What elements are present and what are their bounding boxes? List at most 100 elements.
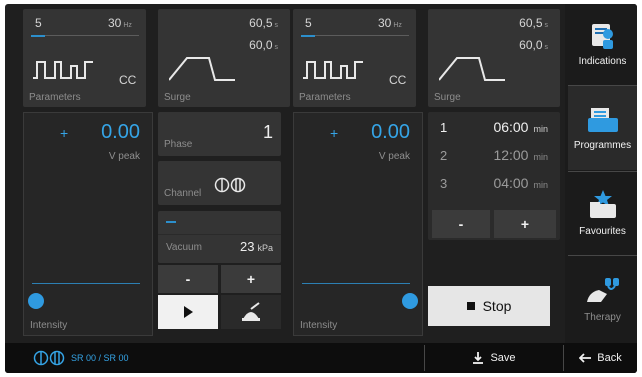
vacuum-divider [158,234,281,235]
save-button[interactable]: Save [425,343,563,373]
programmes-icon [587,107,618,132]
right-parameters-panel[interactable]: 5 30 Hz CC Parameters [293,9,416,107]
left-parameters-label: Parameters [29,92,81,103]
left-surge-time1: 60,5 s [249,16,278,30]
programme-row-index: 3 [440,176,448,191]
left-intensity-panel[interactable]: + 0.00 V peak Intensity [23,112,153,336]
vacuum-panel: Vacuum 23 kPa [158,211,281,263]
pulse-waveform-icon [33,61,93,79]
programme-row[interactable]: 2 12:00 min [428,140,560,168]
phase-label: Phase [164,139,193,150]
sidebar-item-label: Therapy [584,311,621,323]
right-surge-time1-unit: s [544,22,549,29]
programme-row-time-unit: min [533,124,548,134]
stop-button-label: Stop [482,298,512,314]
right-parameters-mode: CC [389,73,407,87]
left-parameters-value: 5 [35,16,42,30]
left-parameters-mode: CC [119,73,137,87]
right-intensity-track [302,283,410,284]
programme-increase-button[interactable]: + [494,210,556,238]
right-parameters-level-bar [301,35,315,37]
footer-bar: SR 00 / SR 00 Save Back [5,343,637,373]
channel-panel[interactable]: Channel [158,161,281,205]
device-screen: 5 30 Hz CC Parameters 60,5 s 60,0 s Surge 5… [5,4,637,373]
left-intensity-track [32,283,140,284]
channel-label: Channel [164,188,202,199]
dual-channel-icon [214,177,246,193]
left-surge-time1-unit: s [274,22,279,29]
right-surge-label: Surge [434,92,461,103]
surge-envelope-icon [169,57,235,81]
left-surge-time2: 60,0 s [249,38,278,52]
right-intensity-panel[interactable]: + 0.00 V peak Intensity [293,112,423,336]
sidebar-item-programmes[interactable]: Programmes [568,86,637,170]
status-indicator: SR 00 / SR 00 [33,343,129,373]
phase-panel[interactable]: Phase 1 [158,112,281,156]
right-frequency-value: 30 [378,16,392,30]
right-parameters-label: Parameters [299,92,351,103]
programme-row-index: 2 [440,148,448,163]
left-parameters-frequency: 30 Hz [108,16,132,30]
programme-row[interactable]: 1 06:00 min [428,112,560,140]
programme-row-time: 12:00 min [493,147,548,163]
programme-row-time-unit: min [533,152,548,162]
indications-icon [591,23,613,49]
left-surge-time1-value: 60,5 [249,16,273,30]
phase-value: 1 [262,122,273,142]
left-intensity-label: Intensity [30,320,68,331]
left-parameters-divider [45,35,139,36]
dual-channel-icon [33,350,65,366]
sidebar-item-therapy[interactable]: Therapy [568,256,637,342]
download-icon [473,352,484,364]
back-button-label: Back [597,352,622,364]
left-parameters-level-bar [31,35,45,37]
play-icon [184,306,193,318]
programme-row-time-unit: min [533,180,548,190]
left-parameters-panel[interactable]: 5 30 Hz CC Parameters [23,9,146,107]
vacuum-decrease-button[interactable]: - [158,265,218,293]
vacuum-label: Vacuum [166,242,202,253]
vacuum-level-bar [166,221,176,223]
sidebar-item-indications[interactable]: Indications [568,4,637,84]
sidebar-item-favourites[interactable]: Favourites [568,172,637,254]
back-button[interactable]: Back [564,343,637,373]
suction-cup-button[interactable] [221,295,281,329]
left-surge-time2-value: 60,0 [249,38,273,52]
programme-row-time-value: 06:00 [493,119,529,135]
programme-timer-panel: 1 06:00 min 2 12:00 min 3 04:00 min - + [428,112,560,240]
stop-button[interactable]: Stop [428,286,550,326]
right-intensity-value: 0.00 [371,121,410,143]
programme-row-time: 04:00 min [493,175,548,191]
right-surge-time1-value: 60,5 [519,16,543,30]
programme-row-index: 1 [440,120,448,135]
favourites-icon [589,189,616,218]
right-surge-time2-value: 60,0 [519,38,543,52]
right-parameters-divider [315,35,409,36]
programme-decrease-button[interactable]: - [432,210,490,238]
programme-row-time: 06:00 min [493,119,548,135]
sidebar-item-label: Indications [578,55,627,67]
right-intensity-plus[interactable]: + [330,125,338,141]
left-surge-panel[interactable]: 60,5 s 60,0 s Surge [158,9,290,107]
left-intensity-slider-handle[interactable] [28,293,44,309]
play-button[interactable] [158,295,218,329]
sidebar-item-label: Programmes [573,139,632,151]
left-intensity-value: 0.00 [101,121,140,143]
stop-icon [466,302,475,310]
right-intensity-slider-handle[interactable] [402,293,418,309]
right-surge-time1: 60,5 s [519,16,548,30]
programme-row[interactable]: 3 04:00 min [428,168,560,196]
left-intensity-plus[interactable]: + [60,125,68,141]
left-frequency-value: 30 [108,16,122,30]
right-surge-panel[interactable]: 60,5 s 60,0 s Surge [428,9,560,107]
right-surge-time2-unit: s [544,44,549,51]
right-intensity-label: Intensity [300,320,338,331]
save-button-label: Save [490,352,516,364]
right-parameters-frequency: 30 Hz [378,16,402,30]
vacuum-value: 23 [240,239,255,254]
right-frequency-unit: Hz [393,22,402,29]
left-frequency-unit: Hz [123,22,132,29]
sidebar-item-label: Favourites [579,225,626,237]
suction-cup-icon [242,302,260,321]
vacuum-increase-button[interactable]: + [221,265,281,293]
